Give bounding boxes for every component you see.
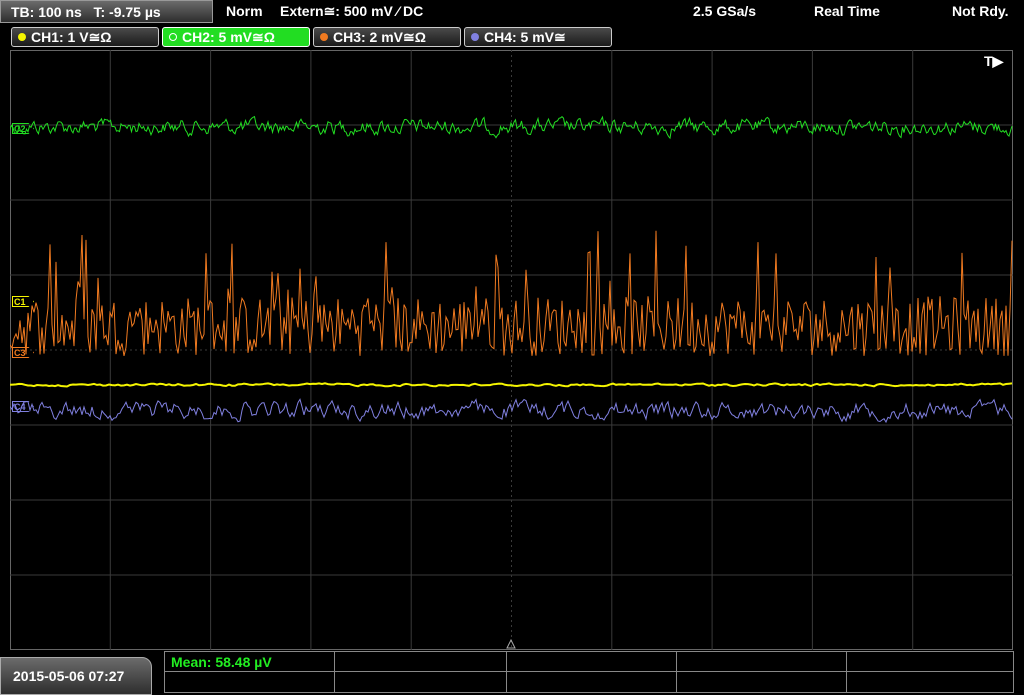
top-status-bar: TB: 100 ns T: -9.75 µs Norm Extern≅: 500… [0,0,1024,24]
tab-ch1[interactable]: CH1: 1 V≅Ω [11,27,159,47]
measurement-cell[interactable] [165,672,335,692]
ch4-label: CH4: 5 mV≅ [484,29,566,45]
measurement-cell[interactable]: Mean: 58.48 µV [165,652,335,672]
timebase-value: TB: 100 ns [11,4,82,20]
measurement-cell[interactable] [677,672,847,692]
acquisition-mode[interactable]: Real Time [814,0,880,23]
sample-rate[interactable]: 2.5 GSa/s [693,0,756,23]
channel-tabs: CH1: 1 V≅Ω CH2: 5 mV≅Ω CH3: 2 mV≅Ω CH4: … [0,25,1024,49]
datetime-value: 2015-05-06 07:27 [13,668,125,684]
tab-ch2[interactable]: CH2: 5 mV≅Ω [162,27,310,47]
ch2-trace [10,115,1013,140]
acquisition-status: Not Rdy. [952,3,1009,19]
ch1-label: CH1: 1 V≅Ω [31,29,112,45]
trigger-marker-icon[interactable]: T▶ [984,53,1003,70]
trigger-mode[interactable]: Norm [226,0,263,23]
ch1-dot-icon [18,33,26,41]
trigger-source[interactable]: Extern≅: 500 mV ⁄ DC [280,0,423,23]
measurement-cell[interactable] [677,652,847,672]
ch3-dot-icon [320,33,328,41]
measurement-cell[interactable] [847,652,1013,672]
datetime-box[interactable]: 2015-05-06 07:27 [0,657,152,695]
waveform-plot[interactable] [10,50,1013,650]
ch3-label: CH3: 2 mV≅Ω [333,29,426,45]
measurement-cell[interactable] [335,672,507,692]
timebase-box[interactable]: TB: 100 ns T: -9.75 µs [0,0,213,23]
ch2-label: CH2: 5 mV≅Ω [182,29,275,45]
tab-ch3[interactable]: CH3: 2 mV≅Ω [313,27,461,47]
measurement-cell[interactable] [847,672,1013,692]
mean-measurement: Mean: 58.48 µV [171,654,272,670]
ch3-trace [10,230,1013,357]
measurement-table[interactable]: Mean: 58.48 µV [164,651,1014,693]
ch4-dot-icon [471,33,479,41]
measurement-cell[interactable] [335,652,507,672]
measurement-cell[interactable] [507,672,677,692]
tab-ch4[interactable]: CH4: 5 mV≅ [464,27,612,47]
bottom-bar: 2015-05-06 07:27 Mean: 58.48 µV [0,651,1024,695]
trigger-time-value: T: -9.75 µs [93,4,161,20]
measurement-cell[interactable] [507,652,677,672]
ch1-trace [10,382,1013,388]
ch2-dot-icon [169,33,177,41]
